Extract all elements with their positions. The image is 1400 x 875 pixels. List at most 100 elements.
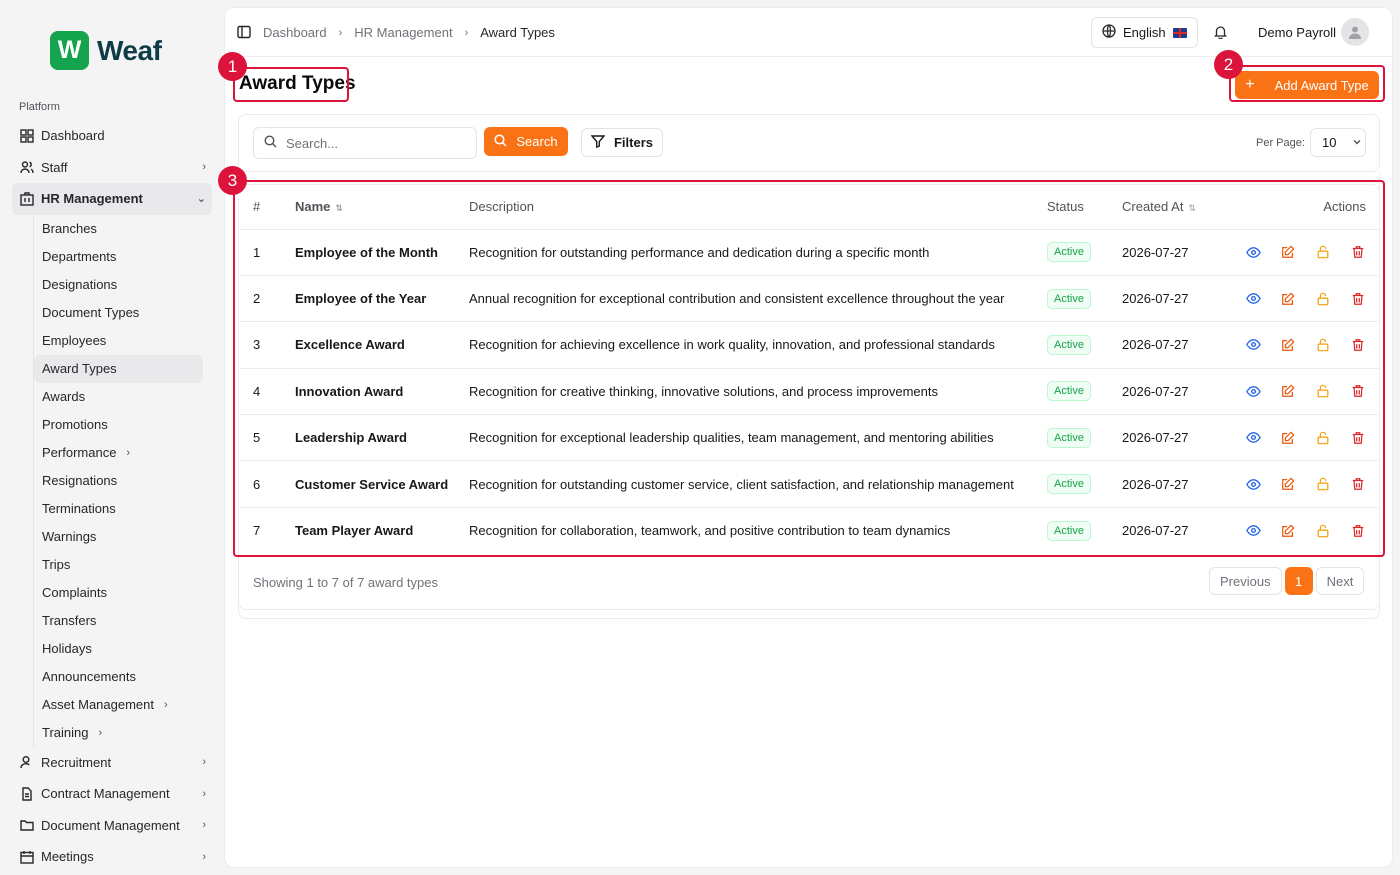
table-row: 5 Leadership Award Recognition for excepti… xyxy=(239,414,1379,462)
chevron-right-icon: › xyxy=(464,26,469,39)
sidebar-item-contract-management[interactable]: Contract Management › xyxy=(12,778,212,810)
app-logo[interactable]: W Weaf xyxy=(50,31,162,70)
sidebar-item-asset-management[interactable]: Asset Management › xyxy=(34,691,203,719)
annotation-marker-2: 2 xyxy=(1214,50,1243,79)
sidebar-item-document-types[interactable]: Document Types xyxy=(34,299,203,327)
sidebar-item-hr-management[interactable]: HR Management ⌄ xyxy=(12,183,212,215)
view-icon[interactable] xyxy=(1245,523,1261,539)
add-award-type-button[interactable]: + Add Award Type xyxy=(1235,71,1379,99)
sidebar-item-promotions[interactable]: Promotions xyxy=(34,411,203,439)
chevron-right-icon: › xyxy=(202,161,206,174)
sidebar-item-transfers[interactable]: Transfers xyxy=(34,607,203,635)
sidebar-item-document-management[interactable]: Document Management › xyxy=(12,810,212,842)
top-bar: Dashboard › HR Management › Award Types … xyxy=(225,8,1392,57)
sidebar-item-label: Meetings xyxy=(41,849,94,865)
search-input[interactable] xyxy=(286,135,466,151)
sidebar-toggle-icon[interactable] xyxy=(237,25,251,42)
sidebar-item-branches[interactable]: Branches xyxy=(34,215,203,243)
cell-created-at: 2026-07-27 xyxy=(1122,321,1232,369)
edit-icon[interactable] xyxy=(1280,291,1296,307)
edit-icon[interactable] xyxy=(1280,383,1296,399)
search-button[interactable]: Search xyxy=(484,127,568,156)
cell-actions xyxy=(1232,368,1379,416)
annotation-marker-1: 1 xyxy=(218,52,247,81)
sidebar-item-designations[interactable]: Designations xyxy=(34,271,203,299)
avatar[interactable] xyxy=(1341,18,1369,46)
sidebar-item-trips[interactable]: Trips xyxy=(34,551,203,579)
trash-icon[interactable] xyxy=(1350,430,1366,446)
view-icon[interactable] xyxy=(1245,291,1261,307)
sidebar-item-resignations[interactable]: Resignations xyxy=(34,467,203,495)
bell-icon[interactable] xyxy=(1213,24,1228,42)
previous-page-button[interactable]: Previous xyxy=(1209,567,1282,595)
header-created-at[interactable]: Created At ⇅ xyxy=(1122,185,1232,230)
status-badge: Active xyxy=(1047,381,1091,402)
lock-icon[interactable] xyxy=(1315,523,1331,539)
user-name[interactable]: Demo Payroll xyxy=(1258,25,1336,40)
sidebar-item-label: Training xyxy=(42,725,89,740)
trash-icon[interactable] xyxy=(1350,383,1366,399)
lock-icon[interactable] xyxy=(1315,383,1331,399)
sidebar: W Weaf Platform Dashboard Staff › HR Man… xyxy=(0,0,224,875)
sidebar-item-label: Performance xyxy=(42,445,117,460)
status-badge: Active xyxy=(1047,520,1091,541)
lock-icon[interactable] xyxy=(1315,430,1331,446)
sidebar-item-employees[interactable]: Employees xyxy=(34,327,203,355)
edit-icon[interactable] xyxy=(1280,523,1296,539)
edit-icon[interactable] xyxy=(1280,430,1296,446)
sidebar-item-recruitment[interactable]: Recruitment › xyxy=(12,747,212,779)
lock-icon[interactable] xyxy=(1315,291,1331,307)
sidebar-item-award-types[interactable]: Award Types xyxy=(34,354,203,383)
cell-status: Active xyxy=(1047,321,1122,369)
sidebar-item-announcements[interactable]: Announcements xyxy=(34,663,203,691)
cell-created-at: 2026-07-27 xyxy=(1122,229,1232,276)
sidebar-item-terminations[interactable]: Terminations xyxy=(34,495,203,523)
sidebar-item-performance[interactable]: Performance › xyxy=(34,439,203,467)
view-icon[interactable] xyxy=(1245,337,1261,353)
user-search-icon xyxy=(20,755,34,769)
status-badge: Active xyxy=(1047,474,1091,495)
view-icon[interactable] xyxy=(1245,476,1261,492)
table-row: 3 Excellence Award Recognition for achievi… xyxy=(239,321,1379,369)
table-row: 6 Customer Service Award Recognition for o… xyxy=(239,460,1379,508)
lock-icon[interactable] xyxy=(1315,476,1331,492)
filters-button[interactable]: Filters xyxy=(581,128,663,157)
sidebar-item-staff[interactable]: Staff › xyxy=(12,152,212,184)
trash-icon[interactable] xyxy=(1350,337,1366,353)
award-types-table-container: # Name ⇅ Description Status Created At ⇅ A… xyxy=(238,184,1380,610)
sidebar-item-departments[interactable]: Departments xyxy=(34,243,203,271)
edit-icon[interactable] xyxy=(1280,476,1296,492)
view-icon[interactable] xyxy=(1245,430,1261,446)
chevron-down-icon xyxy=(1352,135,1362,150)
language-selector[interactable]: English xyxy=(1091,17,1198,48)
per-page-select[interactable]: 10 xyxy=(1310,128,1366,157)
sidebar-item-warnings[interactable]: Warnings xyxy=(34,523,203,551)
sidebar-item-awards[interactable]: Awards xyxy=(34,383,203,411)
breadcrumb-hr-management[interactable]: HR Management xyxy=(354,25,452,40)
trash-icon[interactable] xyxy=(1350,523,1366,539)
page-button-current[interactable]: 1 xyxy=(1284,567,1313,595)
lock-icon[interactable] xyxy=(1315,244,1331,260)
add-button-label: Add Award Type xyxy=(1274,77,1369,93)
edit-icon[interactable] xyxy=(1280,337,1296,353)
trash-icon[interactable] xyxy=(1350,291,1366,307)
trash-icon[interactable] xyxy=(1350,476,1366,492)
view-icon[interactable] xyxy=(1245,244,1261,260)
sidebar-item-complaints[interactable]: Complaints xyxy=(34,579,203,607)
cell-name: Employee of the Month xyxy=(295,229,469,276)
cell-name: Leadership Award xyxy=(295,414,469,462)
cell-description: Annual recognition for exceptional contr… xyxy=(469,275,1047,323)
view-icon[interactable] xyxy=(1245,383,1261,399)
trash-icon[interactable] xyxy=(1350,244,1366,260)
sidebar-item-training[interactable]: Training › xyxy=(34,719,203,747)
next-page-button[interactable]: Next xyxy=(1315,567,1365,595)
cell-number: 4 xyxy=(239,368,295,416)
edit-icon[interactable] xyxy=(1280,244,1296,260)
breadcrumb-dashboard[interactable]: Dashboard xyxy=(263,25,327,40)
sidebar-item-meetings[interactable]: Meetings › xyxy=(12,841,212,873)
lock-icon[interactable] xyxy=(1315,337,1331,353)
per-page-value: 10 xyxy=(1322,135,1337,150)
sidebar-item-holidays[interactable]: Holidays xyxy=(34,635,203,663)
header-name[interactable]: Name ⇅ xyxy=(295,185,469,230)
sidebar-item-dashboard[interactable]: Dashboard xyxy=(12,120,212,152)
